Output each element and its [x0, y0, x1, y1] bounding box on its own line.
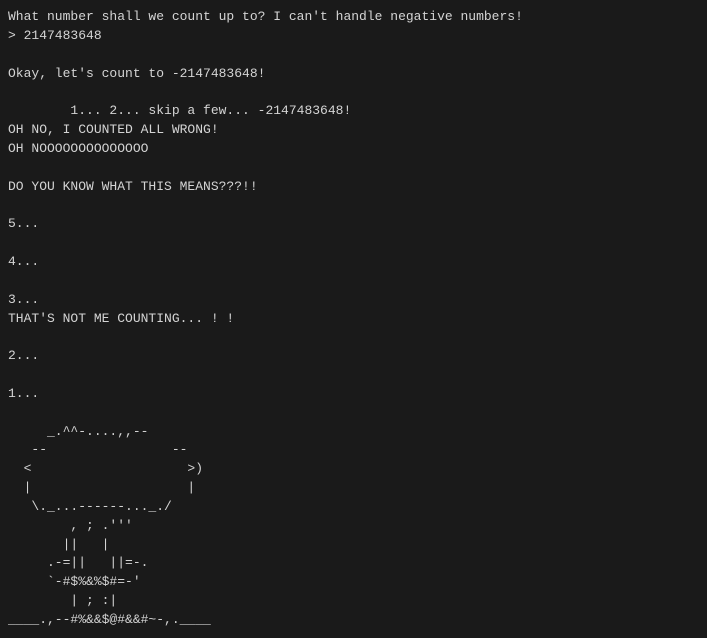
terminal-window: What number shall we count up to? I can'… — [8, 8, 699, 630]
terminal-output: What number shall we count up to? I can'… — [8, 8, 699, 630]
